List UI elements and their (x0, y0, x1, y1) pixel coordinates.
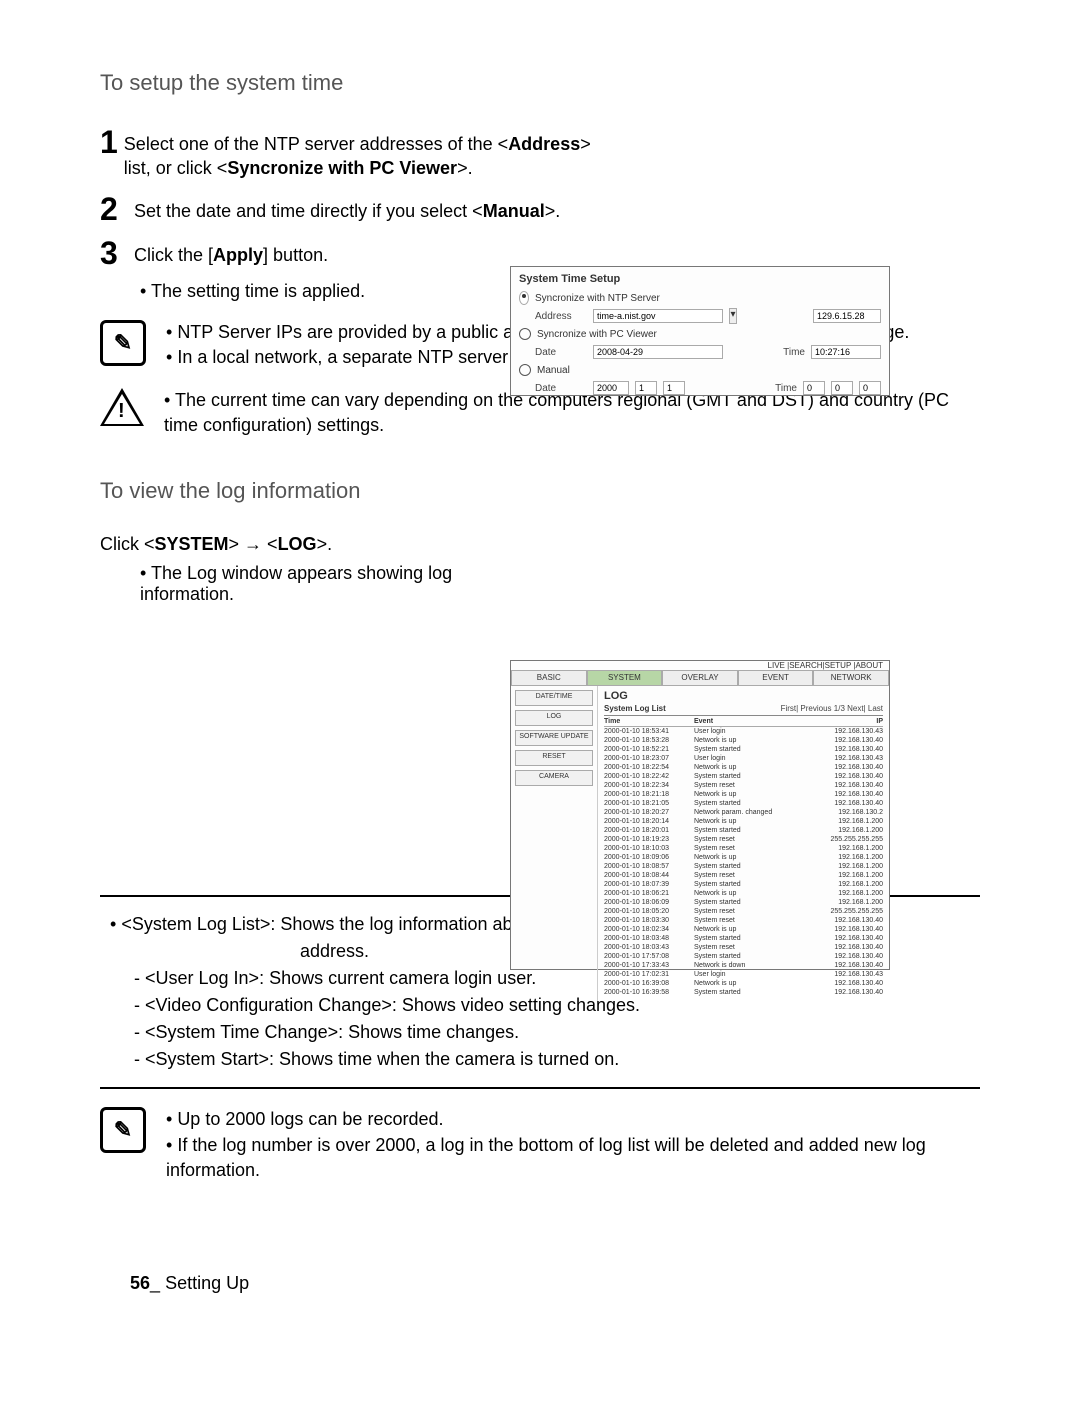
log-row: 2000-01-10 18:52:21System started192.168… (604, 745, 883, 754)
page-footer: 56_ Setting Up (130, 1273, 249, 1294)
address-select[interactable] (593, 309, 723, 323)
log-row: 2000-01-10 18:08:44System reset192.168.1… (604, 871, 883, 880)
tab-basic[interactable]: BASIC (511, 670, 587, 685)
log-row: 2000-01-10 18:20:01System started192.168… (604, 826, 883, 835)
log-row: 2000-01-10 18:21:05System started192.168… (604, 799, 883, 808)
warning-icon: ! (100, 388, 144, 426)
log-row: 2000-01-10 18:10:03System reset192.168.1… (604, 844, 883, 853)
step-number: 3 (100, 237, 128, 269)
log-row: 2000-01-10 18:21:18Network is up192.168.… (604, 790, 883, 799)
log-row: 2000-01-10 18:20:27Network param. change… (604, 808, 883, 817)
chevron-down-icon[interactable]: ▾ (729, 308, 737, 324)
log-panel: LIVE |SEARCH|SETUP |ABOUT BASICSYSTEMOVE… (510, 660, 890, 970)
sidebar-item-camera[interactable]: CAMERA (515, 770, 593, 786)
log-row: 2000-01-10 18:53:28Network is up192.168.… (604, 736, 883, 745)
log-heading: LOG (604, 690, 883, 702)
log-pager[interactable]: First| Previous 1/3 Next| Last (781, 704, 883, 713)
system-time-setup-panel: System Time Setup Syncronize with NTP Se… (510, 266, 890, 396)
log-row: 2000-01-10 18:03:30System reset192.168.1… (604, 916, 883, 925)
note-line: If the log number is over 2000, a log in… (166, 1133, 980, 1183)
step-3: 3 Click the [Apply] button. (100, 237, 620, 269)
option-manual-label: Manual (537, 365, 570, 376)
note-line: Up to 2000 logs can be recorded. (166, 1107, 980, 1132)
sidebar-item-date-time[interactable]: DATE/TIME (515, 690, 593, 706)
log-row: 2000-01-10 18:19:23System reset255.255.2… (604, 835, 883, 844)
step-text: Set the date and time directly if you se… (134, 193, 560, 223)
radio-manual[interactable] (519, 364, 531, 376)
step-number: 2 (100, 193, 128, 225)
log-row: 2000-01-10 17:57:08System started192.168… (604, 952, 883, 961)
tab-event[interactable]: EVENT (738, 670, 814, 685)
manual-day[interactable] (663, 381, 685, 395)
heading-view-log: To view the log information (100, 478, 980, 504)
sidebar-item-log[interactable]: LOG (515, 710, 593, 726)
log-subheading: System Log List (604, 704, 666, 713)
date-label: Date (535, 347, 587, 358)
step-number: 1 (100, 126, 118, 158)
tab-system[interactable]: SYSTEM (587, 670, 663, 685)
ntp-ip-field[interactable] (813, 309, 881, 323)
col-time: Time (604, 718, 694, 725)
log-row: 2000-01-10 18:22:42System started192.168… (604, 772, 883, 781)
note-icon: ✎ (100, 320, 146, 366)
log-row: 2000-01-10 18:06:21Network is up192.168.… (604, 889, 883, 898)
section-divider (100, 1087, 980, 1089)
log-row: 2000-01-10 18:06:09System started192.168… (604, 898, 883, 907)
note-icon: ✎ (100, 1107, 146, 1153)
log-row: 2000-01-10 18:22:34System reset192.168.1… (604, 781, 883, 790)
step-text: Click the [Apply] button. (134, 237, 328, 267)
manual-hour[interactable] (803, 381, 825, 395)
time-label: Time (765, 383, 797, 394)
log-appears-note: The Log window appears showing log infor… (140, 563, 520, 605)
manual-month[interactable] (635, 381, 657, 395)
manual-min[interactable] (831, 381, 853, 395)
radio-ntp[interactable] (519, 291, 529, 305)
pc-date-field[interactable] (593, 345, 723, 359)
log-click-path: Click <SYSTEM> → <LOG>. (100, 534, 980, 555)
log-row: 2000-01-10 18:05:20System reset255.255.2… (604, 907, 883, 916)
log-row: 2000-01-10 18:22:54Network is up192.168.… (604, 763, 883, 772)
col-event: Event (694, 718, 804, 725)
panel-title: System Time Setup (519, 273, 881, 285)
time-label: Time (773, 347, 805, 358)
sidebar-item-software-update[interactable]: SOFTWARE UPDATE (515, 730, 593, 746)
manual-sec[interactable] (859, 381, 881, 395)
tab-overlay[interactable]: OVERLAY (662, 670, 738, 685)
log-row: 2000-01-10 18:07:39System started192.168… (604, 880, 883, 889)
step-2: 2 Set the date and time directly if you … (100, 193, 620, 225)
log-row: 2000-01-10 17:02:31User login192.168.130… (604, 970, 883, 979)
sidebar-item-reset[interactable]: RESET (515, 750, 593, 766)
step-1: 1 Select one of the NTP server addresses… (100, 126, 620, 181)
log-row: 2000-01-10 18:09:06Network is up192.168.… (604, 853, 883, 862)
tab-network[interactable]: NETWORK (813, 670, 889, 685)
note-log-limit: ✎ Up to 2000 logs can be recorded. If th… (100, 1107, 980, 1183)
step-text: Select one of the NTP server addresses o… (124, 126, 620, 181)
log-row: 2000-01-10 18:23:07User login192.168.130… (604, 754, 883, 763)
log-row: 2000-01-10 17:33:43Network is down192.16… (604, 961, 883, 970)
option-ntp-label: Syncronize with NTP Server (535, 293, 660, 304)
pc-time-field[interactable] (811, 345, 881, 359)
top-nav[interactable]: LIVE |SEARCH|SETUP |ABOUT (511, 661, 889, 670)
option-pc-label: Syncronize with PC Viewer (537, 329, 657, 340)
log-row: 2000-01-10 18:03:48System started192.168… (604, 934, 883, 943)
heading-setup-time: To setup the system time (100, 70, 980, 96)
log-row: 2000-01-10 18:53:41User login192.168.130… (604, 727, 883, 736)
manual-year[interactable] (593, 381, 629, 395)
log-row: 2000-01-10 18:03:43System reset192.168.1… (604, 943, 883, 952)
address-label: Address (535, 311, 587, 322)
desc-system-start: <System Start>: Shows time when the came… (134, 1046, 980, 1073)
log-row: 2000-01-10 18:08:57System started192.168… (604, 862, 883, 871)
radio-pc-viewer[interactable] (519, 328, 531, 340)
log-row: 2000-01-10 16:39:58System started192.168… (604, 988, 883, 997)
log-row: 2000-01-10 16:39:08Network is up192.168.… (604, 979, 883, 988)
date-label: Date (535, 383, 587, 394)
col-ip: IP (804, 718, 883, 725)
log-row: 2000-01-10 18:02:34Network is up192.168.… (604, 925, 883, 934)
log-row: 2000-01-10 18:20:14Network is up192.168.… (604, 817, 883, 826)
desc-time-change: <System Time Change>: Shows time changes… (134, 1019, 980, 1046)
